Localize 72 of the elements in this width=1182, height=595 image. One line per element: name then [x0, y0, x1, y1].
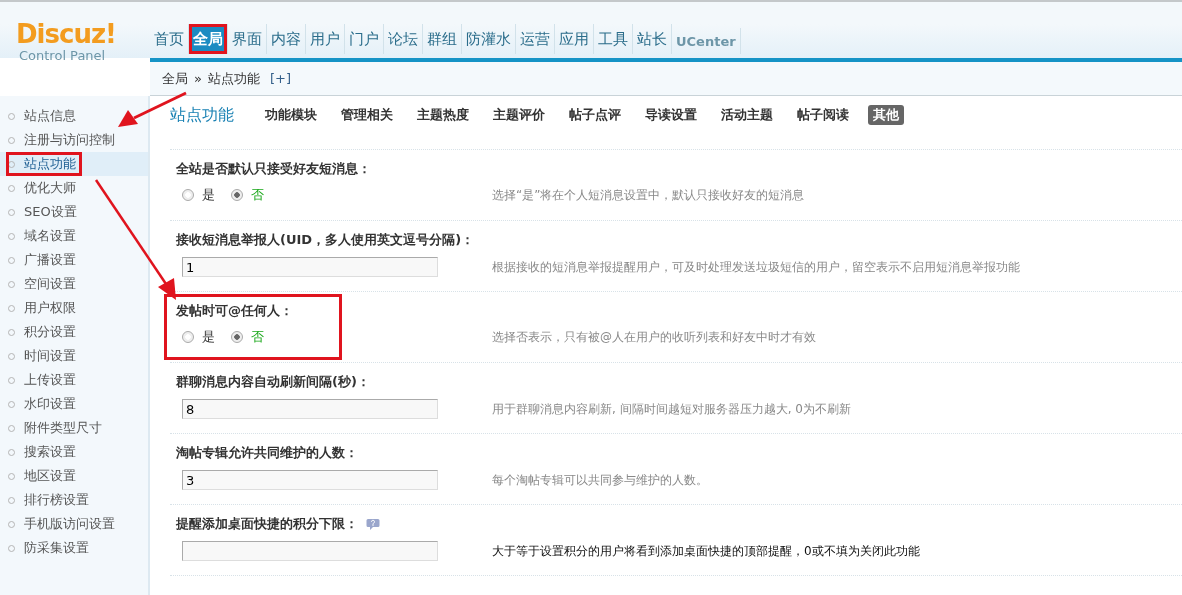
radio-option[interactable]: 是 [182, 328, 215, 346]
section-tab[interactable]: 活动主题 [716, 105, 778, 125]
nav-tab[interactable]: 防灌水 [462, 24, 516, 54]
nav-tab[interactable]: 全局 [189, 24, 228, 54]
sidebar-item[interactable]: 排行榜设置 [0, 488, 148, 512]
setting-label: 发帖时可@任何人： [176, 302, 293, 320]
nav-tab[interactable]: 门户 [345, 24, 384, 54]
sidebar-item[interactable]: 防采集设置 [0, 536, 148, 560]
nav-tab[interactable]: 工具 [594, 24, 633, 54]
nav-tab[interactable]: 界面 [228, 24, 267, 54]
setting-hint: 用于群聊消息内容刷新, 间隔时间越短对服务器压力越大, 0为不刷新 [492, 400, 851, 418]
setting-label: 淘帖专辑允许共同维护的人数： [176, 444, 358, 462]
section-tab[interactable]: 主题评价 [488, 105, 550, 125]
nav-tab[interactable]: 首页 [150, 24, 189, 54]
sidebar-item[interactable]: 积分设置 [0, 320, 148, 344]
input-field[interactable]: 1 [182, 257, 438, 277]
radio-button[interactable] [231, 331, 243, 343]
sidebar-item[interactable]: 域名设置 [0, 224, 148, 248]
setting-hint: 根据接收的短消息举报提醒用户，可及时处理发送垃圾短信的用户，留空表示不启用短消息举报功能 [492, 258, 1020, 276]
help-icon[interactable] [366, 517, 380, 531]
nav-tab[interactable]: 论坛 [384, 24, 423, 54]
section-title: 站点功能 [170, 104, 234, 126]
sidebar-item[interactable]: 水印设置 [0, 392, 148, 416]
nav-tab[interactable]: 用户 [306, 24, 345, 54]
section-tab[interactable]: 帖子点评 [564, 105, 626, 125]
nav-tab[interactable]: 群组 [423, 24, 462, 54]
breadcrumb-separator: » [194, 71, 202, 86]
sidebar-item[interactable]: 地区设置 [0, 464, 148, 488]
input-field[interactable]: 8 [182, 399, 438, 419]
nav-tab[interactable]: 站长 [633, 24, 672, 54]
setting-label: 全站是否默认只接受好友短消息： [176, 160, 371, 178]
setting-hint: 选择“是”将在个人短消息设置中，默认只接收好友的短消息 [492, 186, 805, 204]
sidebar-item[interactable]: 空间设置 [0, 272, 148, 296]
sidebar-item[interactable]: 上传设置 [0, 368, 148, 392]
sidebar-item[interactable]: SEO设置 [0, 200, 148, 224]
breadcrumb-item: 站点功能 [207, 69, 260, 88]
radio-button[interactable] [182, 189, 194, 201]
sidebar-item[interactable]: 优化大师 [0, 176, 148, 200]
setting-label: 提醒添加桌面快捷的积分下限： [176, 515, 358, 533]
radio-option[interactable]: 是 [182, 186, 215, 204]
setting-hint: 选择否表示，只有被@人在用户的收听列表和好友中时才有效 [492, 328, 816, 346]
setting-hint: 大于等于设置积分的用户将看到添加桌面快捷的顶部提醒，0或不填为关闭此功能 [492, 542, 920, 560]
section-tab[interactable]: 其他 [868, 105, 904, 125]
sidebar-item[interactable]: 时间设置 [0, 344, 148, 368]
arrow [118, 91, 187, 127]
section-tab[interactable]: 导读设置 [640, 105, 702, 125]
sidebar-item[interactable]: 广播设置 [0, 248, 148, 272]
setting-label: 接收短消息举报人(UID，多人使用英文逗号分隔)： [176, 231, 475, 249]
section-tab[interactable]: 功能模块 [260, 105, 322, 125]
input-field[interactable] [182, 541, 438, 561]
sidebar-item[interactable]: 站点功能 [0, 152, 148, 176]
sidebar-item[interactable]: 搜索设置 [0, 440, 148, 464]
sidebar-item[interactable]: 站点信息 [0, 104, 148, 128]
sidebar-item[interactable]: 手机版访问设置 [0, 512, 148, 536]
radio-button[interactable] [182, 331, 194, 343]
logo-subtitle: Control Panel [19, 48, 107, 63]
breadcrumb-item: 全局 [162, 69, 188, 88]
setting-label: 群聊消息内容自动刷新间隔(秒)： [176, 373, 370, 391]
section-tab[interactable]: 帖子阅读 [792, 105, 854, 125]
section-tab[interactable]: 管理相关 [336, 105, 398, 125]
radio-button[interactable] [231, 189, 243, 201]
add-shortcut-link[interactable]: [+] [269, 71, 291, 86]
nav-tab[interactable]: 运营 [516, 24, 555, 54]
sidebar-item[interactable]: 注册与访问控制 [0, 128, 148, 152]
logo-name: Discuz! [16, 20, 117, 48]
section-tab[interactable]: 主题热度 [412, 105, 474, 125]
sidebar-item[interactable]: 用户权限 [0, 296, 148, 320]
input-field[interactable]: 3 [182, 470, 438, 490]
sidebar-item[interactable]: 附件类型尺寸 [0, 416, 148, 440]
setting-hint: 每个淘帖专辑可以共同参与维护的人数。 [492, 471, 708, 489]
nav-tab[interactable]: 应用 [555, 24, 594, 54]
nav-tab[interactable]: 内容 [267, 24, 306, 54]
